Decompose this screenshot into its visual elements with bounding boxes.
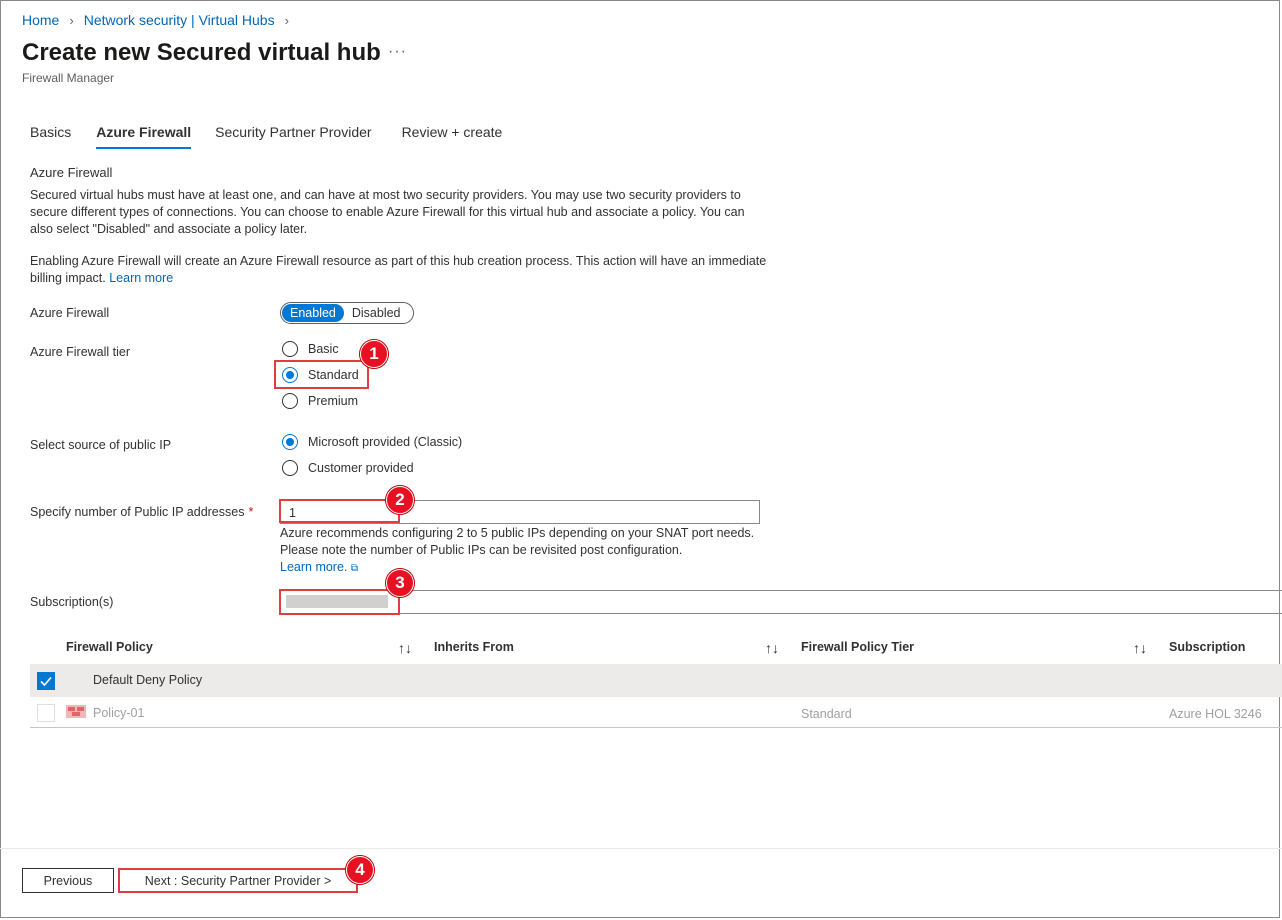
external-link-icon: ⧉ <box>350 563 359 574</box>
page-subtitle: Firewall Manager <box>22 71 115 85</box>
chevron-right-icon: › <box>284 12 289 28</box>
tab-azure-firewall[interactable]: Azure Firewall <box>96 124 192 149</box>
section-title: Azure Firewall <box>30 165 113 180</box>
radio-label: Basic <box>308 342 339 356</box>
highlight-box-subscription <box>279 589 400 615</box>
azure-firewall-toggle[interactable]: Enabled Disabled <box>280 302 414 324</box>
firewall-policy-icon <box>66 705 86 718</box>
radio-label: Customer provided <box>308 461 414 475</box>
policy-name-cell: Policy-01 <box>93 706 145 720</box>
tier-radio-basic[interactable]: Basic <box>282 341 339 357</box>
toggle-enabled[interactable]: Enabled <box>282 304 344 322</box>
ip-source-radio-microsoft[interactable]: Microsoft provided (Classic) <box>282 434 462 450</box>
column-header-subscription[interactable]: Subscription <box>1169 640 1245 654</box>
public-ip-source-label: Select source of public IP <box>30 438 172 452</box>
next-security-partner-button[interactable]: Next : Security Partner Provider > <box>118 868 358 893</box>
breadcrumb-parent-link[interactable]: Network security | Virtual Hubs <box>84 12 275 28</box>
breadcrumb: Home › Network security | Virtual Hubs › <box>22 12 299 28</box>
ip-source-radio-customer[interactable]: Customer provided <box>282 460 414 476</box>
breadcrumb-home-link[interactable]: Home <box>22 12 59 28</box>
highlight-box-standard <box>274 360 369 389</box>
billing-notice: Enabling Azure Firewall will create an A… <box>30 253 770 287</box>
chevron-right-icon: › <box>69 12 74 28</box>
policy-name-cell: Default Deny Policy <box>93 673 203 687</box>
tab-review-create[interactable]: Review + create <box>402 124 503 149</box>
sort-icon[interactable]: ↑↓ <box>1133 640 1147 656</box>
radio-label: Microsoft provided (Classic) <box>308 435 463 449</box>
previous-button[interactable]: Previous <box>22 868 114 893</box>
checkmark-icon <box>40 676 52 687</box>
callout-badge-4: 4 <box>346 856 374 884</box>
subscription-label: Subscription(s) <box>30 595 114 609</box>
subscription-cell: Azure HOL 3246 <box>1169 707 1262 721</box>
public-ip-help-body: Azure recommends configuring 2 to 5 publ… <box>280 526 755 557</box>
highlight-box-ip-count <box>279 499 400 523</box>
column-header-firewall-policy[interactable]: Firewall Policy <box>66 640 153 654</box>
required-marker: * <box>248 505 254 519</box>
footer-divider <box>0 848 1282 849</box>
azure-firewall-label: Azure Firewall <box>30 306 110 320</box>
radio-label: Premium <box>308 394 359 408</box>
radio-button[interactable] <box>282 434 298 450</box>
callout-badge-2: 2 <box>386 486 414 514</box>
tab-security-partner-provider[interactable]: Security Partner Provider <box>215 124 371 149</box>
callout-badge-3: 3 <box>386 569 414 597</box>
subscription-dropdown[interactable] <box>280 590 1282 614</box>
row-checkbox[interactable] <box>37 672 55 690</box>
sort-icon[interactable]: ↑↓ <box>765 640 779 656</box>
tab-basics[interactable]: Basics <box>30 124 71 149</box>
firewall-tier-label: Azure Firewall tier <box>30 345 131 359</box>
table-row[interactable] <box>30 697 1282 728</box>
radio-button[interactable] <box>282 341 298 357</box>
column-header-policy-tier[interactable]: Firewall Policy Tier <box>801 640 914 654</box>
learn-more-link[interactable]: Learn more <box>109 271 173 285</box>
column-header-inherits-from[interactable]: Inherits From <box>434 640 514 654</box>
toggle-disabled[interactable]: Disabled <box>344 304 409 322</box>
tier-radio-premium[interactable]: Premium <box>282 393 358 409</box>
table-row[interactable] <box>30 664 1282 697</box>
callout-badge-1: 1 <box>360 340 388 368</box>
policy-tier-cell: Standard <box>801 707 852 721</box>
row-checkbox[interactable] <box>37 704 55 722</box>
sort-icon[interactable]: ↑↓ <box>398 640 412 656</box>
radio-button[interactable] <box>282 460 298 476</box>
public-ip-count-label: Specify number of Public IP addresses * <box>30 505 253 519</box>
public-ip-help-text: Azure recommends configuring 2 to 5 publ… <box>280 525 760 577</box>
radio-button[interactable] <box>282 393 298 409</box>
page-title: Create new Secured virtual hub <box>22 39 381 66</box>
public-ip-learn-more-link[interactable]: Learn more. ⧉ <box>280 560 358 574</box>
tab-bar: Basics Azure Firewall Security Partner P… <box>30 124 526 149</box>
section-description: Secured virtual hubs must have at least … <box>30 188 745 236</box>
more-options-icon[interactable]: ··· <box>388 43 407 61</box>
public-ip-count-label-text: Specify number of Public IP addresses <box>30 505 245 519</box>
